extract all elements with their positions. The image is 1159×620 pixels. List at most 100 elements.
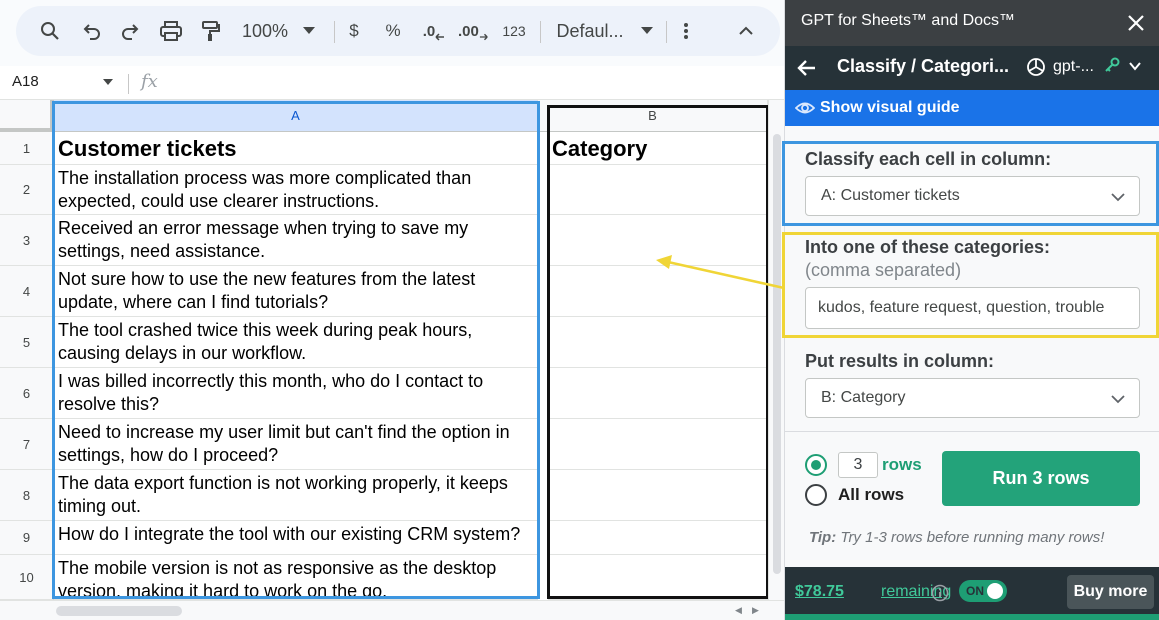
show-visual-guide-label[interactable]: Show visual guide — [820, 99, 960, 117]
spreadsheet-area: 100% $ % .0 .00 123 Defaul... A18 fx A B… — [0, 0, 784, 620]
buy-more-button[interactable]: Buy more — [1067, 575, 1154, 609]
ticket-cell[interactable]: Need to increase my user limit but can't… — [54, 419, 538, 470]
column-header-b[interactable]: B — [538, 100, 768, 132]
category-cell[interactable] — [548, 555, 768, 600]
cell-grid: A B 1 Customer tickets Category 2 The instal… — [0, 100, 784, 620]
decrease-decimal-label: .0 — [422, 22, 436, 40]
footer-accent-stripe — [785, 614, 1159, 620]
sidebar-title: GPT for Sheets™ and Docs™ — [801, 12, 1016, 29]
name-box[interactable]: A18 — [12, 73, 39, 90]
chevron-down-icon[interactable] — [103, 79, 113, 85]
category-cell[interactable] — [548, 470, 768, 521]
openai-logo-icon[interactable] — [1024, 55, 1048, 79]
search-icon[interactable] — [36, 6, 64, 56]
classify-column-label: Classify each cell in column: — [805, 149, 1052, 169]
number-format-button[interactable]: 123 — [498, 6, 530, 56]
vertical-scroll-thumb[interactable] — [773, 134, 781, 574]
row-header[interactable]: 7 — [0, 419, 54, 470]
toolbar-divider — [334, 21, 335, 43]
row-header[interactable]: 2 — [0, 165, 54, 215]
formula-bar-divider — [128, 74, 129, 94]
tip-body: Try 1-3 rows before running many rows! — [840, 529, 1105, 546]
vertical-scrollbar[interactable] — [768, 100, 784, 600]
row-header[interactable]: 4 — [0, 266, 54, 317]
toolbar-divider — [540, 21, 541, 43]
chevron-down-icon — [1111, 193, 1125, 202]
scroll-left-icon[interactable]: ◀ — [735, 605, 742, 616]
toolbar-divider — [666, 21, 667, 43]
increase-decimal-button[interactable]: .00 — [458, 6, 488, 56]
arrow-left-icon — [435, 33, 445, 41]
category-cell[interactable] — [548, 215, 768, 266]
category-cell[interactable] — [548, 165, 768, 215]
select-all-corner[interactable] — [0, 100, 54, 132]
ticket-cell[interactable]: Not sure how to use the new features fro… — [54, 266, 538, 317]
row-header[interactable]: 3 — [0, 215, 54, 266]
on-off-toggle[interactable]: ON — [959, 580, 1007, 602]
rows-count-input[interactable]: 3 — [838, 452, 878, 478]
more-vert-icon[interactable] — [676, 6, 696, 56]
ticket-cell[interactable]: The installation process was more compli… — [54, 165, 538, 215]
print-icon[interactable] — [156, 6, 186, 56]
redo-icon[interactable] — [116, 6, 144, 56]
category-cell[interactable] — [548, 317, 768, 368]
column-header-a[interactable]: A — [54, 100, 538, 132]
balance-amount[interactable]: $78.75 — [795, 583, 844, 601]
chevron-down-icon[interactable] — [1128, 59, 1142, 73]
decrease-decimal-button[interactable]: .0 — [420, 6, 448, 56]
ticket-cell[interactable]: The tool crashed twice this week during … — [54, 317, 538, 368]
model-select[interactable]: gpt-... — [1053, 58, 1094, 76]
scroll-right-icon[interactable]: ▶ — [752, 605, 759, 616]
font-select[interactable]: Defaul... — [554, 6, 626, 56]
ticket-cell[interactable]: How do I integrate the tool with our exi… — [54, 521, 538, 555]
all-rows-radio[interactable] — [805, 484, 827, 506]
results-column-select[interactable]: B: Category — [805, 378, 1140, 418]
row-header[interactable]: 9 — [0, 521, 54, 555]
category-cell[interactable] — [548, 419, 768, 470]
percent-format-button[interactable]: % — [382, 6, 404, 56]
gpt-sidebar: GPT for Sheets™ and Docs™ Classify / Cat… — [782, 0, 1159, 620]
rows-radio[interactable] — [805, 454, 827, 476]
classify-column-select[interactable]: A: Customer tickets — [805, 176, 1140, 216]
ticket-cell[interactable]: The data export function is not working … — [54, 470, 538, 521]
run-button[interactable]: Run 3 rows — [942, 451, 1140, 506]
show-visual-guide-bar[interactable]: Show visual guide — [785, 90, 1159, 126]
sheets-toolbar: 100% $ % .0 .00 123 Defaul... — [16, 6, 780, 56]
back-arrow-icon[interactable] — [795, 56, 819, 80]
close-icon[interactable] — [1125, 12, 1147, 34]
row-header[interactable]: 5 — [0, 317, 54, 368]
ticket-cell[interactable]: I was billed incorrectly this month, who… — [54, 368, 538, 419]
category-cell[interactable] — [548, 521, 768, 555]
categories-input[interactable]: kudos, feature request, question, troubl… — [805, 287, 1140, 329]
classify-column-value: A: Customer tickets — [821, 187, 960, 204]
categories-sublabel: (comma separated) — [805, 260, 962, 280]
arrow-right-icon — [479, 33, 488, 41]
fx-icon: fx — [141, 71, 158, 92]
horizontal-scrollbar[interactable]: ◀ ▶ — [0, 600, 784, 620]
chevron-down-icon[interactable] — [300, 6, 318, 56]
currency-format-button[interactable]: $ — [344, 6, 364, 56]
row-header[interactable]: 8 — [0, 470, 54, 521]
category-cell[interactable] — [548, 368, 768, 419]
undo-icon[interactable] — [78, 6, 106, 56]
ticket-cell[interactable]: The mobile version is not as responsive … — [54, 555, 538, 600]
horizontal-scroll-thumb[interactable] — [56, 606, 182, 616]
info-icon[interactable] — [931, 584, 949, 602]
paint-format-icon[interactable] — [196, 6, 224, 56]
ticket-cell[interactable]: Received an error message when trying to… — [54, 215, 538, 266]
chevron-down-icon — [1111, 395, 1125, 404]
toggle-label: ON — [966, 584, 984, 598]
tool-header: Classify / Categori... gpt-... — [785, 46, 1159, 90]
all-rows-label: All rows — [838, 485, 905, 504]
rows-label: rows — [882, 455, 922, 474]
results-column-value: B: Category — [821, 389, 906, 406]
cell-b1-header[interactable]: Category — [548, 132, 768, 165]
row-header[interactable]: 6 — [0, 368, 54, 419]
cell-a1-header[interactable]: Customer tickets — [54, 132, 538, 165]
row-header[interactable]: 1 — [0, 132, 54, 165]
category-cell[interactable] — [548, 266, 768, 317]
row-header[interactable]: 10 — [0, 555, 54, 600]
chevron-down-icon[interactable] — [638, 6, 656, 56]
collapse-toolbar-icon[interactable] — [732, 6, 760, 56]
zoom-select[interactable]: 100% — [238, 6, 292, 56]
